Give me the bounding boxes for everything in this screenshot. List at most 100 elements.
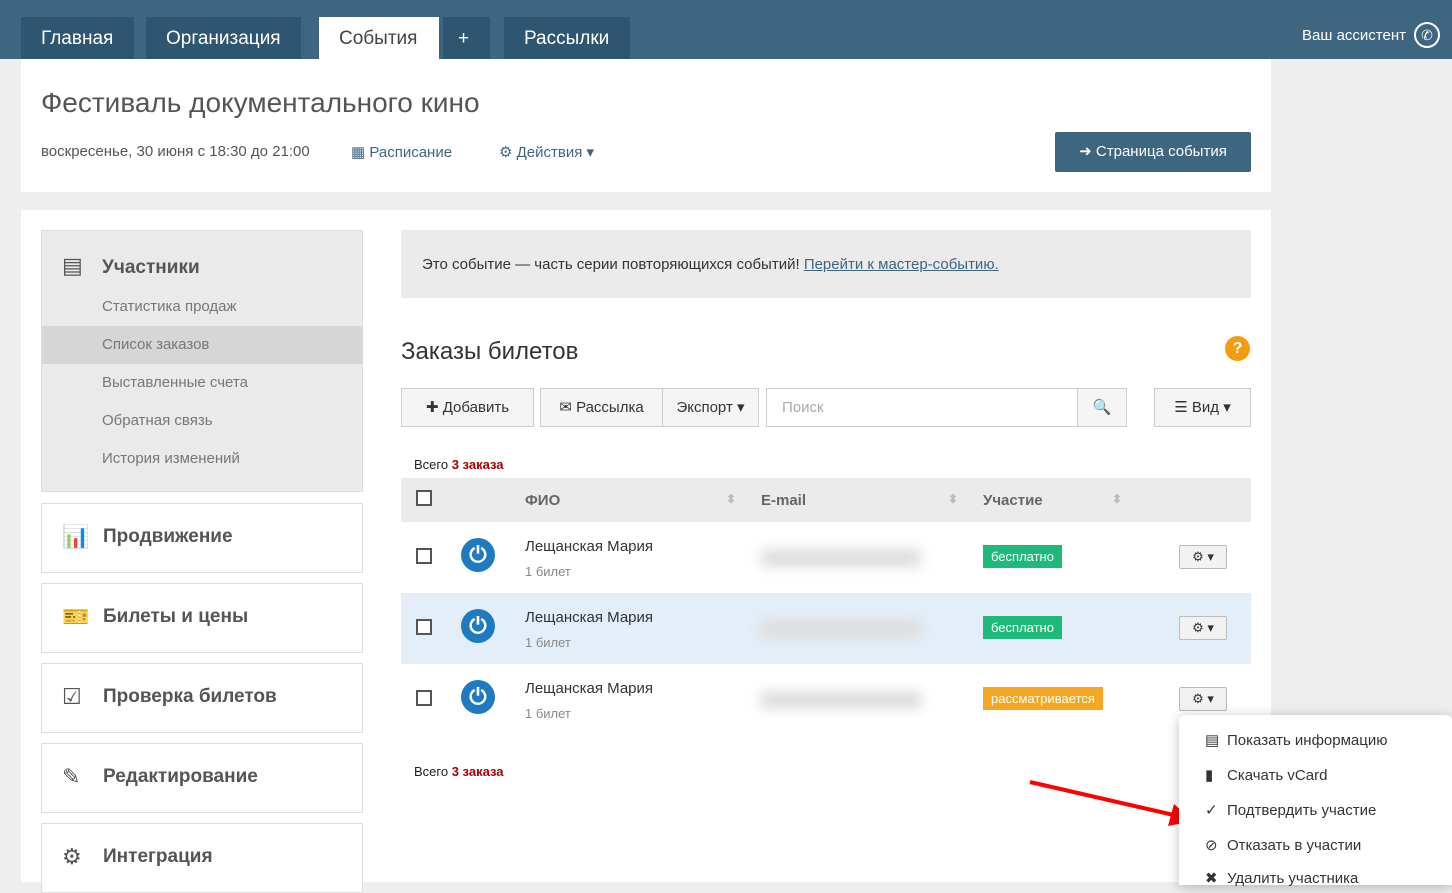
- search-input[interactable]: Поиск: [766, 388, 1078, 427]
- col-status[interactable]: Участие: [983, 492, 1043, 509]
- sidebar-integration[interactable]: ⚙ Интеграция: [41, 823, 363, 893]
- event-page-button[interactable]: ➜ Страница события: [1055, 132, 1251, 172]
- menu-label: Скачать vCard: [1227, 767, 1328, 784]
- view-button[interactable]: ☰ Вид ▾: [1154, 388, 1251, 427]
- schedule-link[interactable]: ▦ Расписание: [351, 143, 452, 161]
- search-button[interactable]: 🔍: [1077, 388, 1127, 427]
- total-count-top: Всего 3 заказа: [414, 457, 504, 472]
- sidebar-item-orders[interactable]: Список заказов: [42, 326, 362, 364]
- event-header: Фестиваль документального кино воскресен…: [21, 59, 1271, 192]
- row-actions-button[interactable]: ⚙ ▾: [1179, 545, 1227, 569]
- menu-download-vcard[interactable]: ▮ Скачать vCard: [1205, 766, 1327, 784]
- email-blurred: [761, 549, 921, 567]
- row-checkbox[interactable]: [416, 619, 432, 635]
- actions-dropdown[interactable]: ⚙ Действия ▾: [499, 143, 594, 161]
- sort-icon[interactable]: ⬍: [948, 492, 958, 506]
- menu-decline[interactable]: ⊘ Отказать в участии: [1205, 836, 1361, 854]
- participant-name[interactable]: Лещанская Мария: [525, 609, 653, 626]
- sidebar-item-invoices[interactable]: Выставленные счета: [42, 364, 362, 402]
- assistant-button[interactable]: Ваш ассистент ✆: [1302, 22, 1440, 48]
- sort-icon[interactable]: ⬍: [1112, 492, 1122, 506]
- page-title: Фестиваль документального кино: [41, 87, 480, 118]
- menu-show-info[interactable]: ▤ Показать информацию: [1205, 731, 1388, 749]
- gear-icon: ⚙: [499, 144, 517, 161]
- tab-events[interactable]: События: [319, 17, 439, 59]
- menu-label: Отказать в участии: [1227, 837, 1362, 854]
- menu-confirm[interactable]: ✓ Подтвердить участие: [1205, 801, 1376, 819]
- sidebar-item-sales-stats[interactable]: Статистика продаж: [42, 288, 362, 326]
- sidebar-participants: ▤ Участники Статистика продаж Список зак…: [41, 230, 363, 492]
- add-label: Добавить: [442, 399, 510, 416]
- total-count: 3 заказа: [451, 764, 504, 779]
- menu-label: Удалить участника: [1227, 870, 1359, 887]
- phone-icon: ✆: [1414, 22, 1440, 48]
- email-blurred: [761, 620, 921, 638]
- cog-icon: ⚙: [62, 844, 82, 869]
- view-label: Вид: [1191, 399, 1220, 416]
- total-prefix: Всего: [414, 457, 449, 472]
- list-icon: ▤: [1205, 732, 1220, 749]
- sidebar-item-feedback[interactable]: Обратная связь: [42, 402, 362, 440]
- table-row[interactable]: ⏻ Лещанская Мария 1 билет бесплатно ⚙ ▾: [401, 522, 1251, 593]
- sidebar-tickets[interactable]: 🎫 Билеты и цены: [41, 583, 363, 653]
- section-label: Интеграция: [103, 846, 213, 867]
- select-all-checkbox[interactable]: [416, 490, 432, 506]
- ban-icon: ⊘: [1205, 837, 1218, 854]
- red-arrow-annotation: [1029, 780, 1193, 826]
- tab-mailings[interactable]: Рассылки: [504, 17, 630, 59]
- table-header: ФИО ⬍ E-mail ⬍ Участие ⬍: [401, 478, 1251, 522]
- sidebar-item-history[interactable]: История изменений: [42, 440, 362, 478]
- status-badge: рассматривается: [983, 687, 1103, 710]
- sort-icon[interactable]: ⬍: [726, 492, 736, 506]
- participant-name[interactable]: Лещанская Мария: [525, 680, 653, 697]
- chart-icon: 📊: [62, 524, 90, 549]
- table-row[interactable]: ⏻ Лещанская Мария 1 билет рассматриваетс…: [401, 664, 1251, 735]
- sidebar-edit[interactable]: ✎ Редактирование: [41, 743, 363, 813]
- tab-organization[interactable]: Организация: [146, 17, 301, 59]
- row-checkbox[interactable]: [416, 690, 432, 706]
- event-date: воскресенье, 30 июня с 18:30 до 21:00: [41, 143, 310, 160]
- add-button[interactable]: ✚ Добавить: [401, 388, 534, 427]
- avatar: ⏻: [461, 609, 495, 643]
- tab-add[interactable]: +: [443, 17, 490, 59]
- menu-delete[interactable]: ✖ Удалить участника: [1205, 869, 1358, 887]
- help-icon[interactable]: ?: [1225, 336, 1250, 361]
- row-checkbox[interactable]: [416, 548, 432, 564]
- assistant-label: Ваш ассистент: [1302, 26, 1406, 44]
- sidebar-check[interactable]: ☑ Проверка билетов: [41, 663, 363, 733]
- export-button[interactable]: Экспорт ▾: [662, 388, 759, 427]
- participant-name[interactable]: Лещанская Мария: [525, 538, 653, 555]
- row-actions-button[interactable]: ⚙ ▾: [1179, 616, 1227, 640]
- ticket-count: 1 билет: [525, 564, 571, 579]
- ticket-count: 1 билет: [525, 706, 571, 721]
- tab-home[interactable]: Главная: [21, 17, 134, 59]
- email-blurred: [761, 691, 921, 709]
- event-page-label: Страница события: [1095, 143, 1227, 160]
- calendar-icon: ▦: [351, 144, 370, 161]
- participants-icon: ▤: [62, 253, 83, 278]
- sidebar-promotion[interactable]: 📊 Продвижение: [41, 503, 363, 573]
- table-row[interactable]: ⏻ Лещанская Мария 1 билет бесплатно ⚙ ▾: [401, 593, 1251, 664]
- section-label: Проверка билетов: [103, 686, 277, 707]
- section-label: Продвижение: [103, 526, 233, 547]
- menu-label: Показать информацию: [1227, 732, 1388, 749]
- avatar: ⏻: [461, 538, 495, 572]
- col-name[interactable]: ФИО: [525, 492, 560, 509]
- file-icon: ▮: [1205, 767, 1214, 784]
- ticket-icon: 🎫: [62, 604, 90, 629]
- sidebar-heading[interactable]: Участники: [102, 257, 200, 279]
- orders-title: Заказы билетов: [401, 338, 579, 365]
- section-label: Редактирование: [103, 766, 258, 787]
- check-circle-icon: ✓: [1205, 802, 1218, 819]
- row-actions-button[interactable]: ⚙ ▾: [1179, 687, 1227, 711]
- actions-label: Действия: [516, 144, 583, 161]
- pencil-icon: ✎: [62, 764, 81, 789]
- total-count-bottom: Всего 3 заказа: [414, 764, 504, 779]
- col-email[interactable]: E-mail: [761, 492, 806, 509]
- master-event-link[interactable]: Перейти к мастер-событию.: [804, 256, 999, 273]
- arrow-right-icon: ➜: [1079, 143, 1096, 160]
- mailing-button[interactable]: ✉ Рассылка: [540, 388, 663, 427]
- status-badge: бесплатно: [983, 545, 1062, 568]
- status-badge: бесплатно: [983, 616, 1062, 639]
- series-notice: Это событие — часть серии повторяющихся …: [401, 230, 1251, 298]
